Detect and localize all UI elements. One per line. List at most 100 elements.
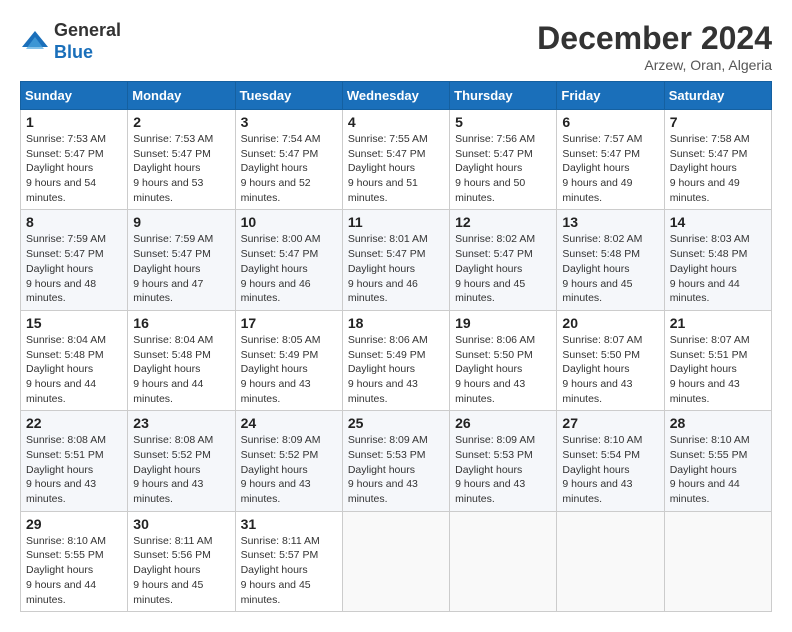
day-info: Sunrise: 7:53 AM Sunset: 5:47 PM Dayligh…: [26, 132, 122, 205]
day-number: 30: [133, 516, 229, 532]
day-number: 11: [348, 214, 444, 230]
calendar-day-cell: 31 Sunrise: 8:11 AM Sunset: 5:57 PM Dayl…: [235, 511, 342, 611]
day-info: Sunrise: 8:02 AM Sunset: 5:47 PM Dayligh…: [455, 232, 551, 305]
month-title: December 2024: [537, 20, 772, 57]
calendar-day-cell: 17 Sunrise: 8:05 AM Sunset: 5:49 PM Dayl…: [235, 310, 342, 410]
calendar-day-cell: 27 Sunrise: 8:10 AM Sunset: 5:54 PM Dayl…: [557, 411, 664, 511]
day-info: Sunrise: 7:59 AM Sunset: 5:47 PM Dayligh…: [133, 232, 229, 305]
day-info: Sunrise: 7:55 AM Sunset: 5:47 PM Dayligh…: [348, 132, 444, 205]
day-info: Sunrise: 8:07 AM Sunset: 5:51 PM Dayligh…: [670, 333, 766, 406]
day-number: 17: [241, 315, 337, 331]
calendar-day-cell: 25 Sunrise: 8:09 AM Sunset: 5:53 PM Dayl…: [342, 411, 449, 511]
day-number: 5: [455, 114, 551, 130]
weekday-header: Tuesday: [235, 82, 342, 110]
day-info: Sunrise: 8:10 AM Sunset: 5:55 PM Dayligh…: [26, 534, 122, 607]
day-info: Sunrise: 8:10 AM Sunset: 5:55 PM Dayligh…: [670, 433, 766, 506]
day-number: 29: [26, 516, 122, 532]
day-info: Sunrise: 7:57 AM Sunset: 5:47 PM Dayligh…: [562, 132, 658, 205]
day-info: Sunrise: 7:53 AM Sunset: 5:47 PM Dayligh…: [133, 132, 229, 205]
day-info: Sunrise: 8:03 AM Sunset: 5:48 PM Dayligh…: [670, 232, 766, 305]
day-number: 25: [348, 415, 444, 431]
weekday-header: Monday: [128, 82, 235, 110]
calendar-day-cell: 12 Sunrise: 8:02 AM Sunset: 5:47 PM Dayl…: [450, 210, 557, 310]
weekday-header: Wednesday: [342, 82, 449, 110]
day-number: 7: [670, 114, 766, 130]
location-subtitle: Arzew, Oran, Algeria: [537, 57, 772, 73]
day-info: Sunrise: 8:04 AM Sunset: 5:48 PM Dayligh…: [133, 333, 229, 406]
calendar-day-cell: 18 Sunrise: 8:06 AM Sunset: 5:49 PM Dayl…: [342, 310, 449, 410]
day-number: 22: [26, 415, 122, 431]
day-info: Sunrise: 8:11 AM Sunset: 5:56 PM Dayligh…: [133, 534, 229, 607]
day-number: 23: [133, 415, 229, 431]
day-number: 26: [455, 415, 551, 431]
day-number: 19: [455, 315, 551, 331]
day-number: 10: [241, 214, 337, 230]
calendar-day-cell: 14 Sunrise: 8:03 AM Sunset: 5:48 PM Dayl…: [664, 210, 771, 310]
day-info: Sunrise: 8:08 AM Sunset: 5:51 PM Dayligh…: [26, 433, 122, 506]
calendar-day-cell: 23 Sunrise: 8:08 AM Sunset: 5:52 PM Dayl…: [128, 411, 235, 511]
day-info: Sunrise: 7:59 AM Sunset: 5:47 PM Dayligh…: [26, 232, 122, 305]
day-number: 24: [241, 415, 337, 431]
calendar-day-cell: 29 Sunrise: 8:10 AM Sunset: 5:55 PM Dayl…: [21, 511, 128, 611]
page-header: General Blue December 2024 Arzew, Oran, …: [20, 20, 772, 73]
calendar-day-cell: 6 Sunrise: 7:57 AM Sunset: 5:47 PM Dayli…: [557, 110, 664, 210]
calendar-week-row: 1 Sunrise: 7:53 AM Sunset: 5:47 PM Dayli…: [21, 110, 772, 210]
calendar-day-cell: 9 Sunrise: 7:59 AM Sunset: 5:47 PM Dayli…: [128, 210, 235, 310]
empty-cell: [450, 511, 557, 611]
calendar-day-cell: 16 Sunrise: 8:04 AM Sunset: 5:48 PM Dayl…: [128, 310, 235, 410]
calendar-week-row: 8 Sunrise: 7:59 AM Sunset: 5:47 PM Dayli…: [21, 210, 772, 310]
logo-general: General: [54, 20, 121, 42]
calendar-day-cell: 7 Sunrise: 7:58 AM Sunset: 5:47 PM Dayli…: [664, 110, 771, 210]
calendar-day-cell: 1 Sunrise: 7:53 AM Sunset: 5:47 PM Dayli…: [21, 110, 128, 210]
calendar-day-cell: 3 Sunrise: 7:54 AM Sunset: 5:47 PM Dayli…: [235, 110, 342, 210]
empty-cell: [342, 511, 449, 611]
title-block: December 2024 Arzew, Oran, Algeria: [537, 20, 772, 73]
logo-text: General Blue: [54, 20, 121, 63]
day-number: 12: [455, 214, 551, 230]
day-number: 18: [348, 315, 444, 331]
weekday-header: Saturday: [664, 82, 771, 110]
logo: General Blue: [20, 20, 121, 63]
day-number: 6: [562, 114, 658, 130]
calendar-day-cell: 2 Sunrise: 7:53 AM Sunset: 5:47 PM Dayli…: [128, 110, 235, 210]
day-number: 9: [133, 214, 229, 230]
calendar-day-cell: 5 Sunrise: 7:56 AM Sunset: 5:47 PM Dayli…: [450, 110, 557, 210]
calendar-day-cell: 19 Sunrise: 8:06 AM Sunset: 5:50 PM Dayl…: [450, 310, 557, 410]
day-info: Sunrise: 7:54 AM Sunset: 5:47 PM Dayligh…: [241, 132, 337, 205]
day-number: 16: [133, 315, 229, 331]
calendar-day-cell: 11 Sunrise: 8:01 AM Sunset: 5:47 PM Dayl…: [342, 210, 449, 310]
calendar-week-row: 15 Sunrise: 8:04 AM Sunset: 5:48 PM Dayl…: [21, 310, 772, 410]
day-number: 20: [562, 315, 658, 331]
calendar-week-row: 29 Sunrise: 8:10 AM Sunset: 5:55 PM Dayl…: [21, 511, 772, 611]
weekday-header: Thursday: [450, 82, 557, 110]
day-info: Sunrise: 8:02 AM Sunset: 5:48 PM Dayligh…: [562, 232, 658, 305]
calendar-day-cell: 15 Sunrise: 8:04 AM Sunset: 5:48 PM Dayl…: [21, 310, 128, 410]
day-info: Sunrise: 8:09 AM Sunset: 5:52 PM Dayligh…: [241, 433, 337, 506]
calendar-day-cell: 10 Sunrise: 8:00 AM Sunset: 5:47 PM Dayl…: [235, 210, 342, 310]
day-number: 31: [241, 516, 337, 532]
calendar-table: SundayMondayTuesdayWednesdayThursdayFrid…: [20, 81, 772, 612]
day-number: 2: [133, 114, 229, 130]
calendar-day-cell: 13 Sunrise: 8:02 AM Sunset: 5:48 PM Dayl…: [557, 210, 664, 310]
day-number: 14: [670, 214, 766, 230]
empty-cell: [557, 511, 664, 611]
day-info: Sunrise: 8:00 AM Sunset: 5:47 PM Dayligh…: [241, 232, 337, 305]
calendar-day-cell: 30 Sunrise: 8:11 AM Sunset: 5:56 PM Dayl…: [128, 511, 235, 611]
day-number: 28: [670, 415, 766, 431]
calendar-day-cell: 8 Sunrise: 7:59 AM Sunset: 5:47 PM Dayli…: [21, 210, 128, 310]
calendar-day-cell: 4 Sunrise: 7:55 AM Sunset: 5:47 PM Dayli…: [342, 110, 449, 210]
day-number: 4: [348, 114, 444, 130]
day-info: Sunrise: 8:09 AM Sunset: 5:53 PM Dayligh…: [455, 433, 551, 506]
weekday-header: Sunday: [21, 82, 128, 110]
empty-cell: [664, 511, 771, 611]
day-info: Sunrise: 8:01 AM Sunset: 5:47 PM Dayligh…: [348, 232, 444, 305]
calendar-day-cell: 26 Sunrise: 8:09 AM Sunset: 5:53 PM Dayl…: [450, 411, 557, 511]
day-info: Sunrise: 8:07 AM Sunset: 5:50 PM Dayligh…: [562, 333, 658, 406]
day-info: Sunrise: 8:05 AM Sunset: 5:49 PM Dayligh…: [241, 333, 337, 406]
calendar-week-row: 22 Sunrise: 8:08 AM Sunset: 5:51 PM Dayl…: [21, 411, 772, 511]
day-number: 1: [26, 114, 122, 130]
day-number: 13: [562, 214, 658, 230]
day-info: Sunrise: 7:58 AM Sunset: 5:47 PM Dayligh…: [670, 132, 766, 205]
day-number: 8: [26, 214, 122, 230]
calendar-day-cell: 20 Sunrise: 8:07 AM Sunset: 5:50 PM Dayl…: [557, 310, 664, 410]
